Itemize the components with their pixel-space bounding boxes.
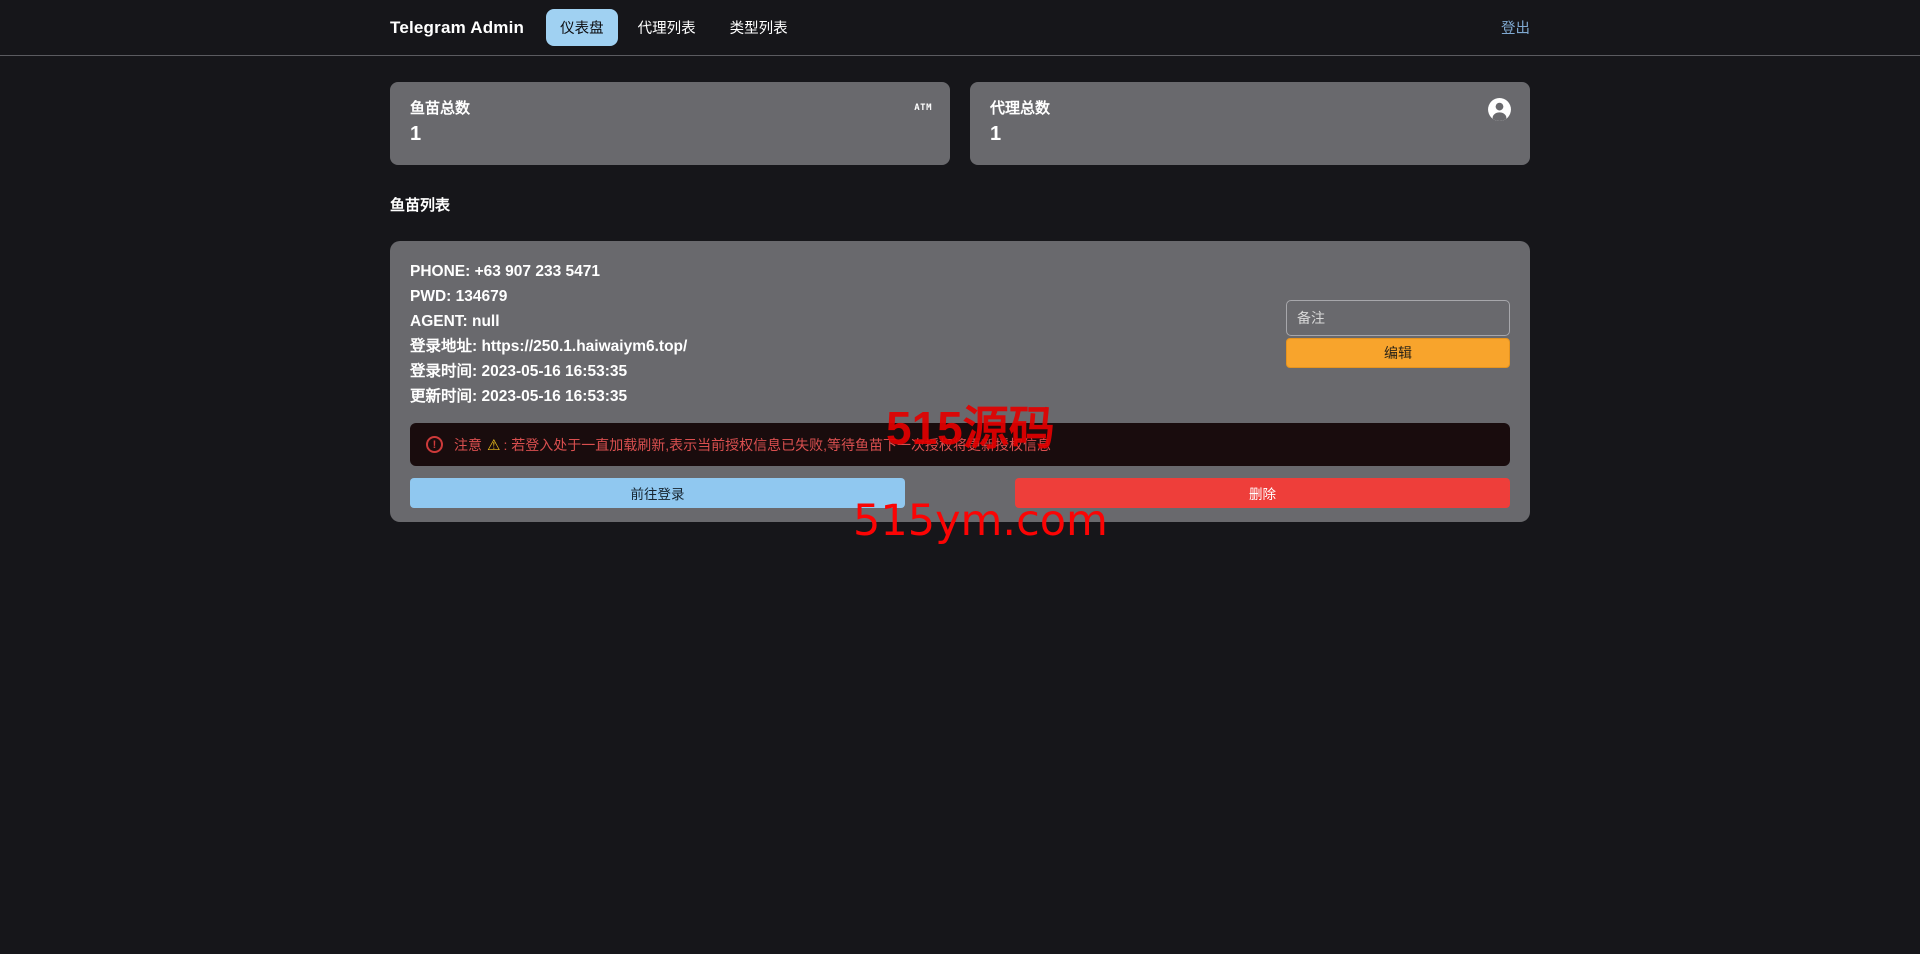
warning-triangle-icon: ⚠ bbox=[487, 436, 501, 454]
fish-detail-card: PHONE: +63 907 233 5471 PWD: 134679 AGEN… bbox=[390, 241, 1530, 522]
stat-value: 1 bbox=[410, 123, 422, 145]
navbar-inner: Telegram Admin 仪表盘 代理列表 类型列表 登出 bbox=[390, 9, 1530, 46]
fish-login-time-line: 登录时间: 2023-05-16 16:53:35 bbox=[410, 363, 628, 380]
nav-item-dashboard[interactable]: 仪表盘 bbox=[546, 9, 618, 46]
fish-card-top: PHONE: +63 907 233 5471 PWD: 134679 AGEN… bbox=[410, 259, 1510, 409]
delete-button[interactable]: 删除 bbox=[1015, 478, 1510, 508]
section-title-fish-list: 鱼苗列表 bbox=[390, 197, 451, 214]
nav-links: 仪表盘 代理列表 类型列表 bbox=[546, 9, 808, 46]
person-circle-icon bbox=[1487, 97, 1512, 127]
brand-title[interactable]: Telegram Admin bbox=[390, 18, 524, 38]
fish-info-block: PHONE: +63 907 233 5471 PWD: 134679 AGEN… bbox=[410, 259, 687, 409]
stat-card-fish-total: 鱼苗总数 1 ATM bbox=[390, 82, 950, 165]
fish-pwd-line: PWD: 134679 bbox=[410, 288, 508, 305]
go-login-button[interactable]: 前往登录 bbox=[410, 478, 905, 508]
stat-label: 鱼苗总数 bbox=[410, 100, 471, 117]
stat-label: 代理总数 bbox=[990, 100, 1051, 117]
stat-card-agent-total: 代理总数 1 bbox=[970, 82, 1530, 165]
top-navbar: Telegram Admin 仪表盘 代理列表 类型列表 登出 bbox=[0, 0, 1920, 56]
stats-row: 鱼苗总数 1 ATM 代理总数 1 bbox=[390, 82, 1530, 165]
exclamation-circle-icon: ! bbox=[426, 436, 443, 453]
nav-item-agent-list[interactable]: 代理列表 bbox=[624, 9, 710, 46]
alert-label: 注意 bbox=[454, 436, 482, 453]
fish-update-time-line: 更新时间: 2023-05-16 16:53:35 bbox=[410, 388, 628, 405]
logout-link[interactable]: 登出 bbox=[1501, 17, 1530, 38]
edit-button[interactable]: 编辑 bbox=[1286, 338, 1510, 368]
atm-icon: ATM bbox=[914, 103, 932, 113]
remark-column: 编辑 bbox=[1286, 300, 1510, 368]
fish-login-url-line: 登录地址: https://250.1.haiwaiym6.top/ bbox=[410, 338, 688, 355]
nav-item-type-list[interactable]: 类型列表 bbox=[716, 9, 802, 46]
action-buttons-row: 前往登录 删除 bbox=[410, 478, 1510, 508]
alert-text: : 若登入处于一直加载刷新,表示当前授权信息已失败,等待鱼苗下一次授权将更新授权… bbox=[503, 436, 1052, 453]
fish-agent-line: AGENT: null bbox=[410, 313, 500, 330]
remark-input[interactable] bbox=[1286, 300, 1510, 336]
auth-warning-alert: ! 注意 ⚠ : 若登入处于一直加载刷新,表示当前授权信息已失败,等待鱼苗下一次… bbox=[410, 423, 1510, 466]
stat-value: 1 bbox=[990, 123, 1002, 145]
fish-phone-line: PHONE: +63 907 233 5471 bbox=[410, 263, 601, 280]
main-content: 鱼苗总数 1 ATM 代理总数 1 鱼苗列表 PHONE: +63 907 23… bbox=[390, 56, 1530, 522]
